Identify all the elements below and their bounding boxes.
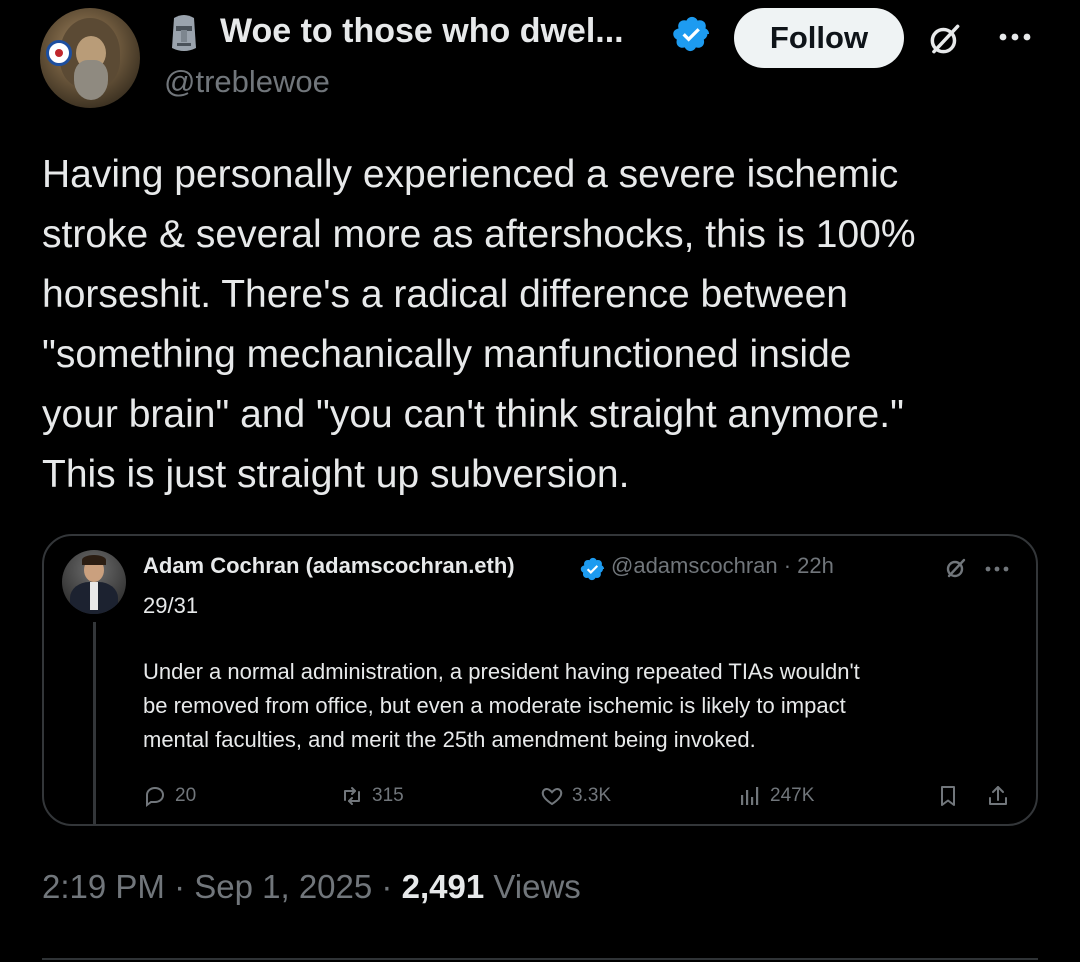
meta-separator: · xyxy=(381,868,402,905)
author-handle[interactable]: @treblewoe xyxy=(164,64,330,100)
quoted-more-options-icon[interactable] xyxy=(984,562,1010,576)
tweet-text: Having personally experienced a severe i… xyxy=(42,145,1042,505)
share-icon xyxy=(989,786,1007,805)
bookmark-icon xyxy=(941,786,955,806)
tweet-time[interactable]: 2:19 PM xyxy=(42,868,165,905)
tweet-text-line: Having personally experienced a severe i… xyxy=(42,153,899,196)
quoted-text-line: mental faculties, and merit the 25th ame… xyxy=(143,727,756,752)
quoted-text-line: Under a normal administration, a preside… xyxy=(143,659,860,684)
views-button[interactable]: 247K xyxy=(738,783,814,809)
views-label: Views xyxy=(493,868,581,905)
author-display-name[interactable]: Woe to those who dwel... xyxy=(220,12,624,51)
moai-icon xyxy=(172,15,196,51)
thread-line xyxy=(93,622,96,826)
quoted-text-line: be removed from office, but even a moder… xyxy=(143,693,846,718)
views-total: 2,491 xyxy=(401,868,485,905)
quoted-tweet-text: Under a normal administration, a preside… xyxy=(143,655,1023,757)
views-count: 247K xyxy=(770,785,815,806)
tweet-text-line: horseshit. There's a radical difference … xyxy=(42,273,848,316)
author-avatar[interactable] xyxy=(40,8,140,108)
tweet-text-line: This is just straight up subversion. xyxy=(42,453,630,496)
repost-count: 315 xyxy=(372,785,404,806)
quoted-author-name[interactable]: Adam Cochran (adamscochran.eth) xyxy=(143,553,515,579)
bookmark-button[interactable] xyxy=(936,783,968,809)
tweet-text-line: your brain" and "you can't think straigh… xyxy=(42,393,904,436)
quoted-thread-counter: 29/31 xyxy=(143,593,199,618)
tweet-text-line: stroke & several more as aftershocks, th… xyxy=(42,213,916,256)
tweet-text-line: "something mechanically manfunctioned in… xyxy=(42,333,852,376)
grok-icon[interactable] xyxy=(926,20,964,58)
follow-button[interactable]: Follow xyxy=(734,8,904,68)
reply-button[interactable]: 20 xyxy=(143,783,196,809)
share-button[interactable] xyxy=(986,783,1018,809)
like-count: 3.3K xyxy=(572,785,612,806)
reply-icon xyxy=(146,786,165,807)
heart-icon xyxy=(541,787,563,806)
views-chart-icon xyxy=(741,787,759,805)
repost-icon xyxy=(344,787,360,805)
more-options-icon[interactable] xyxy=(996,22,1034,52)
quoted-author-handle-time[interactable]: @adamscochran · 22h xyxy=(611,553,834,579)
divider xyxy=(42,958,1038,960)
meta-separator: · xyxy=(174,868,195,905)
quoted-author-avatar[interactable] xyxy=(62,550,126,614)
quoted-grok-icon[interactable] xyxy=(944,556,968,580)
tweet-meta: 2:19 PM · Sep 1, 2025 · 2,491 Views xyxy=(42,868,581,906)
verified-badge-icon[interactable] xyxy=(672,14,712,54)
repost-button[interactable]: 315 xyxy=(340,783,404,809)
tweet-date[interactable]: Sep 1, 2025 xyxy=(194,868,372,905)
quoted-verified-badge-icon xyxy=(580,557,605,581)
reply-count: 20 xyxy=(175,785,197,806)
like-button[interactable]: 3.3K xyxy=(540,783,611,809)
